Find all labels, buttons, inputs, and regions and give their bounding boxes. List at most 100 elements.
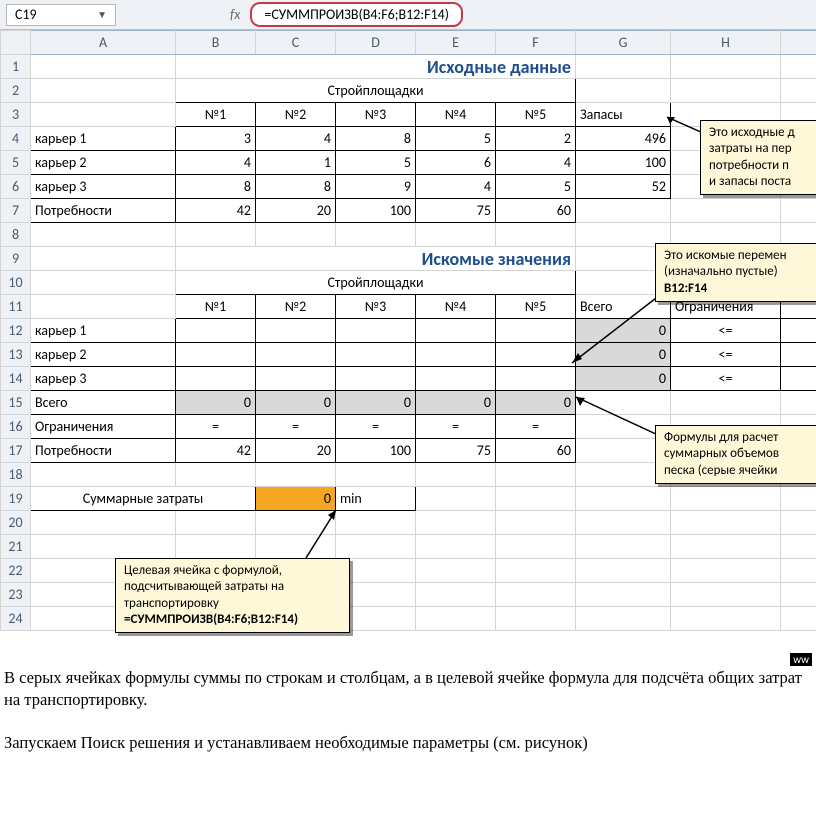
row-label: карьер 1 xyxy=(31,127,176,151)
col-header[interactable]: B xyxy=(176,31,256,55)
data-cell[interactable]: 100 xyxy=(336,199,416,223)
row-header[interactable]: 3 xyxy=(1,103,31,127)
data-cell[interactable]: 8 xyxy=(256,175,336,199)
formula-text[interactable]: =СУММПРОИЗВ(B4:F6;B12:F14) xyxy=(264,6,449,23)
row-header[interactable]: 9 xyxy=(1,247,31,271)
arrow-icon xyxy=(300,506,360,561)
row-header[interactable]: 17 xyxy=(1,439,31,463)
row-header[interactable]: 20 xyxy=(1,511,31,535)
data-cell[interactable]: 8 xyxy=(176,175,256,199)
data-cell[interactable]: 60 xyxy=(496,199,576,223)
data-cell[interactable]: 20 xyxy=(256,439,336,463)
row-header[interactable]: 24 xyxy=(1,607,31,631)
var-cell[interactable] xyxy=(256,367,336,391)
data-cell[interactable]: 60 xyxy=(496,439,576,463)
var-cell[interactable] xyxy=(176,343,256,367)
row-header[interactable]: 12 xyxy=(1,319,31,343)
row-header[interactable]: 2 xyxy=(1,79,31,103)
callout-variables: Это искомые перемен (изначально пустые) … xyxy=(655,243,816,302)
var-cell[interactable] xyxy=(336,319,416,343)
var-cell[interactable] xyxy=(336,343,416,367)
data-cell[interactable]: 75 xyxy=(416,439,496,463)
data-cell[interactable]: 5 xyxy=(336,151,416,175)
var-cell[interactable] xyxy=(496,319,576,343)
var-cell[interactable] xyxy=(416,343,496,367)
row-header[interactable]: 1 xyxy=(1,55,31,79)
col-label: №5 xyxy=(496,103,576,127)
data-cell[interactable]: 100 xyxy=(336,439,416,463)
sum-cell[interactable]: 0 xyxy=(176,391,256,415)
section-title: Искомые значения xyxy=(176,247,576,271)
name-box-value: C19 xyxy=(15,6,37,23)
col-header[interactable]: H xyxy=(671,31,781,55)
row-label: карьер 2 xyxy=(31,151,176,175)
col-header[interactable]: D xyxy=(336,31,416,55)
col-header[interactable] xyxy=(781,31,816,55)
row-header[interactable]: 13 xyxy=(1,343,31,367)
data-cell[interactable]: 8 xyxy=(336,127,416,151)
row-header[interactable]: 6 xyxy=(1,175,31,199)
data-cell[interactable]: 496 xyxy=(576,127,671,151)
data-cell[interactable]: 42 xyxy=(176,199,256,223)
col-header[interactable]: G xyxy=(576,31,671,55)
chevron-down-icon[interactable]: ▼ xyxy=(97,8,107,21)
row-header[interactable]: 16 xyxy=(1,415,31,439)
data-cell[interactable]: 4 xyxy=(496,151,576,175)
var-cell[interactable] xyxy=(496,367,576,391)
var-cell[interactable] xyxy=(256,343,336,367)
data-cell[interactable]: 52 xyxy=(576,175,671,199)
data-cell[interactable]: 75 xyxy=(416,199,496,223)
data-cell[interactable]: 4 xyxy=(416,175,496,199)
var-cell[interactable] xyxy=(336,367,416,391)
callout-source-data: Это исходные д затраты на пер потребност… xyxy=(700,120,816,195)
row-header[interactable]: 10 xyxy=(1,271,31,295)
row-header[interactable]: 23 xyxy=(1,583,31,607)
row-header[interactable]: 7 xyxy=(1,199,31,223)
col-header[interactable]: F xyxy=(496,31,576,55)
sum-cell[interactable]: 0 xyxy=(576,367,671,391)
row-header[interactable]: 8 xyxy=(1,223,31,247)
row-header[interactable]: 5 xyxy=(1,151,31,175)
col-header[interactable]: E xyxy=(416,31,496,55)
data-cell[interactable]: 3 xyxy=(176,127,256,151)
data-cell[interactable]: 1 xyxy=(256,151,336,175)
data-cell[interactable]: 5 xyxy=(416,127,496,151)
data-cell[interactable]: 9 xyxy=(336,175,416,199)
fx-icon[interactable]: fx xyxy=(224,6,246,23)
data-cell[interactable]: 20 xyxy=(256,199,336,223)
col-header[interactable]: A xyxy=(31,31,176,55)
select-all-corner[interactable] xyxy=(1,31,31,55)
data-cell[interactable]: 6 xyxy=(416,151,496,175)
sites-header: Стройплощадки xyxy=(176,79,576,103)
sum-cell[interactable]: 0 xyxy=(496,391,576,415)
row-header[interactable]: 11 xyxy=(1,295,31,319)
data-cell[interactable]: 100 xyxy=(576,151,671,175)
data-cell[interactable]: 4 xyxy=(176,151,256,175)
sum-cell[interactable]: 0 xyxy=(336,391,416,415)
row-header[interactable]: 19 xyxy=(1,487,31,511)
name-box[interactable]: C19 ▼ xyxy=(6,4,116,26)
data-cell[interactable]: 42 xyxy=(176,439,256,463)
row-header[interactable]: 14 xyxy=(1,367,31,391)
row-label: карьер 2 xyxy=(31,343,176,367)
var-cell[interactable] xyxy=(416,367,496,391)
row-header[interactable]: 4 xyxy=(1,127,31,151)
var-cell[interactable] xyxy=(496,343,576,367)
data-cell[interactable]: 4 xyxy=(256,127,336,151)
var-cell[interactable] xyxy=(176,319,256,343)
row-header[interactable]: 15 xyxy=(1,391,31,415)
arrow-icon xyxy=(572,395,662,440)
row-header[interactable]: 22 xyxy=(1,559,31,583)
data-cell[interactable]: 2 xyxy=(496,127,576,151)
sum-cell[interactable]: 0 xyxy=(416,391,496,415)
sum-cell[interactable]: 0 xyxy=(256,391,336,415)
row-header[interactable]: 18 xyxy=(1,463,31,487)
col-header[interactable]: C xyxy=(256,31,336,55)
constraint-cell: = xyxy=(496,415,576,439)
var-cell[interactable] xyxy=(416,319,496,343)
row-header[interactable]: 21 xyxy=(1,535,31,559)
var-cell[interactable] xyxy=(176,367,256,391)
var-cell[interactable] xyxy=(256,319,336,343)
constraint-cell: = xyxy=(256,415,336,439)
data-cell[interactable]: 5 xyxy=(496,175,576,199)
